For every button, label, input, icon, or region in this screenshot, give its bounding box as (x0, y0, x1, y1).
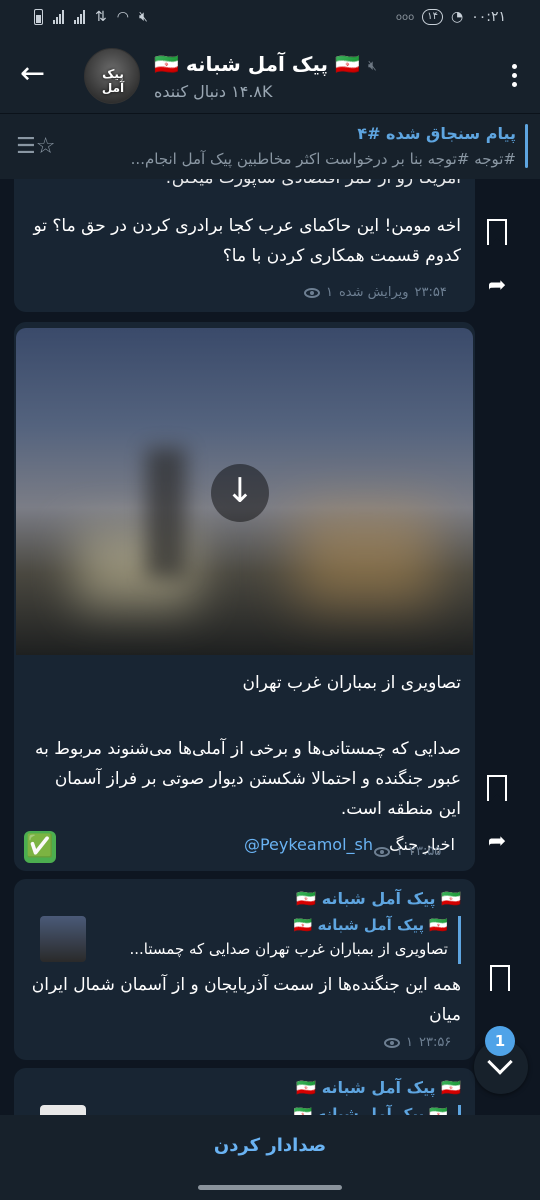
photo-blob (146, 448, 186, 578)
wifi-icon: ◠ (116, 9, 129, 25)
mute-icon: 🔇︎ (138, 9, 148, 25)
message-meta: ۱ ۲۳:۵۶ (384, 1035, 451, 1050)
view-count: ۱ (406, 1035, 413, 1050)
reply-author: 🇮🇷 پیک آمل شبانه 🇮🇷 (293, 1105, 448, 1115)
notification-count: ۱۴ (422, 9, 443, 25)
pinned-indicator (525, 124, 528, 168)
message-author[interactable]: 🇮🇷 پیک آمل شبانه 🇮🇷 (14, 1068, 475, 1097)
bookmark-icon (487, 775, 507, 803)
reply-preview[interactable]: 🇮🇷 پیک آمل شبانه 🇮🇷 (28, 1105, 461, 1115)
reply-preview[interactable]: 🇮🇷 پیک آمل شبانه 🇮🇷 تصاویری از بمباران غ… (28, 916, 461, 964)
carrier-label: ooo (395, 11, 415, 23)
reply-message-bubble[interactable]: 🇮🇷 پیک آمل شبانه 🇮🇷 🇮🇷 پیک آمل شبانه 🇮🇷 (14, 1068, 475, 1115)
photo-message-bubble[interactable]: ↓ تصاویری از بمباران غرب تهران صدایی که … (14, 322, 475, 871)
caption-body: صدایی که چمستانی‌ها و برخی از آملی‌ها می… (34, 739, 461, 819)
photo-blob (296, 508, 436, 608)
blurred-photo[interactable]: ↓ (16, 328, 473, 655)
status-bar: ⇅ ◠ 🔇︎ ooo ۱۴ ◔ ۰۰:۲۱ (0, 0, 540, 38)
signal-icon-2 (74, 10, 85, 24)
share-arrow-icon: ➦ (487, 829, 507, 854)
caption-title: تصاویری از بمباران غرب تهران (242, 673, 461, 693)
pinned-title: پیام سنجاق شده #۴ (357, 124, 516, 143)
message-text: اخه مومن! این حاکمای عرب کجا برادری کردن… (33, 216, 461, 266)
views-eye-icon (384, 1037, 400, 1048)
share-button[interactable]: ➦ (479, 273, 515, 298)
bookmark-icon (487, 219, 507, 247)
download-icon[interactable]: ↓ (211, 464, 269, 522)
bookmark-button[interactable] (482, 965, 518, 993)
view-count: ۱ (326, 285, 333, 300)
message-time: ۲۳:۵۶ (418, 1035, 452, 1050)
more-menu-icon[interactable] (512, 64, 518, 91)
signal-icon (53, 10, 64, 24)
message-author[interactable]: 🇮🇷 پیک آمل شبانه 🇮🇷 (14, 879, 475, 908)
telegram-channel-screen: ⇅ ◠ 🔇︎ ooo ۱۴ ◔ ۰۰:۲۱ ← پیک آمل 🇮🇷 پیک آ… (0, 0, 540, 1200)
battery-icon (34, 9, 43, 25)
unread-count-badge: 1 (485, 1026, 515, 1056)
subscriber-count: ۱۴.۸K دنبال کننده (154, 82, 273, 101)
channel-title[interactable]: 🇮🇷 پیک آمل شبانه 🇮🇷 (154, 52, 394, 76)
reply-author: 🇮🇷 پیک آمل شبانه 🇮🇷 (293, 916, 448, 934)
message-bubble[interactable]: آمریکا رو از کمر اقتصادی ساپورت میکنن! ا… (14, 179, 475, 312)
message-meta: ۱ ویرایش شده ۲۳:۵۴ (304, 285, 447, 300)
app-notification-icon: ◔ (450, 9, 464, 25)
status-icons-left: ⇅ ◠ 🔇︎ (34, 9, 148, 25)
message-text: همه این جنگنده‌ها از سمت آذربایجان و از … (31, 975, 461, 1025)
back-arrow-icon[interactable]: ← (20, 59, 52, 92)
reply-thumbnail (40, 1105, 86, 1115)
view-count: ۱ (396, 844, 403, 859)
bookmark-button[interactable] (479, 775, 515, 803)
reply-text: تصاویری از بمباران غرب تهران صدایی که چم… (129, 940, 448, 958)
message-time: ۲۳:۵۴ (414, 285, 447, 300)
message-list[interactable]: آمریکا رو از کمر اقتصادی ساپورت میکنن! ا… (0, 179, 540, 1115)
views-eye-icon (304, 287, 320, 298)
status-icons-right: ooo ۱۴ ◔ ۰۰:۲۱ (396, 9, 506, 25)
share-arrow-icon: ➦ (487, 273, 507, 298)
avatar-logo-text: پیک آمل (101, 67, 125, 95)
status-time: ۰۰:۲۱ (471, 9, 506, 25)
channel-avatar[interactable]: پیک آمل (84, 48, 140, 104)
unmute-button[interactable]: صدادار کردن (0, 1135, 540, 1156)
muted-speaker-icon: 🔇︎ (368, 58, 377, 74)
pinned-message-bar[interactable]: ☰☆ پیام سنجاق شده #۴ #توجه #توجه بنا بر … (0, 113, 540, 179)
pinned-text: #توجه #توجه بنا بر درخواست اکثر مخاطبین … (130, 150, 516, 168)
message-meta: ۱ ۲۳:۵۵ (374, 844, 441, 859)
data-arrows-icon: ⇅ (95, 9, 107, 25)
home-indicator (198, 1185, 342, 1190)
edited-label: ویرایش شده (338, 285, 409, 300)
reply-message-bubble[interactable]: 🇮🇷 پیک آمل شبانه 🇮🇷 🇮🇷 پیک آمل شبانه 🇮🇷 … (14, 879, 475, 1060)
bookmark-button[interactable] (479, 219, 515, 247)
share-button[interactable]: ➦ (479, 829, 515, 854)
checkmark-icon: ✅ (24, 831, 56, 863)
views-eye-icon (374, 846, 390, 857)
bookmark-icon (490, 965, 510, 993)
message-text-partial: آمریکا رو از کمر اقتصادی ساپورت میکنن! (14, 179, 475, 193)
chat-header[interactable]: ← پیک آمل 🇮🇷 پیک آمل شبانه 🇮🇷 🔇︎ ۱۴.۸K د… (0, 38, 540, 113)
message-time: ۲۳:۵۵ (408, 844, 442, 859)
channel-username-link[interactable]: @Peykeamol_sh (244, 835, 373, 854)
bottom-bar: صدادار کردن (0, 1115, 540, 1200)
